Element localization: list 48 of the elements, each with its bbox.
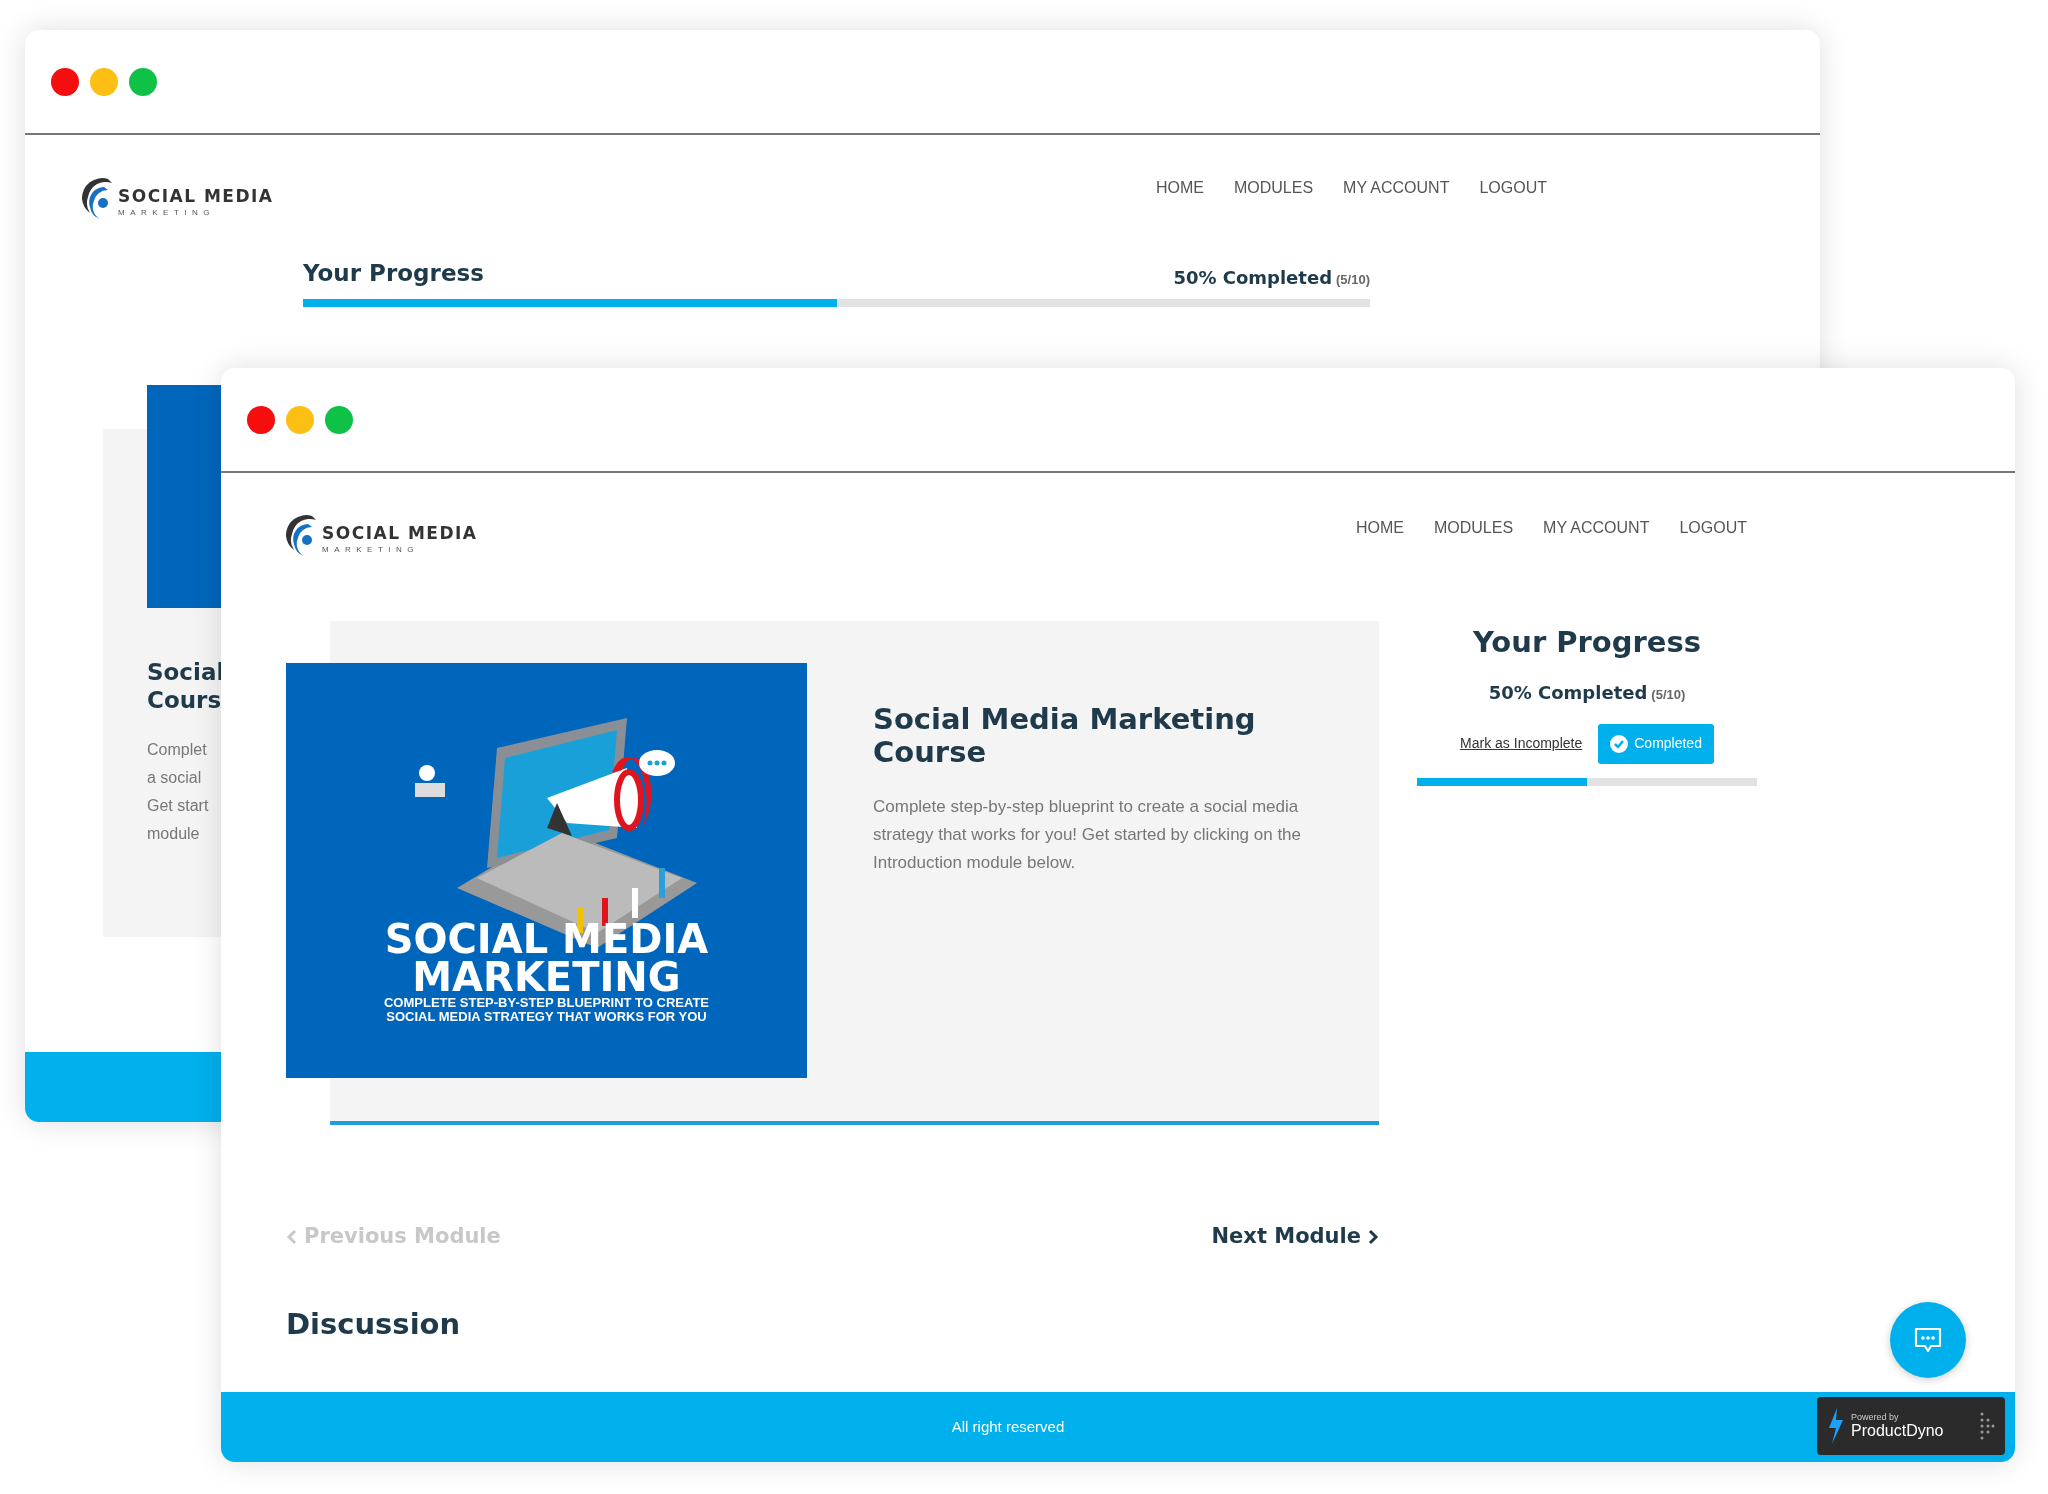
nav-link[interactable]: LOGOUT bbox=[1679, 516, 1747, 540]
cover-subline: COMPLETE STEP-BY-STEP BLUEPRINT TO CREATE bbox=[383, 996, 709, 1010]
course-title-fragment: Social bbox=[147, 657, 226, 686]
progress-title: Your Progress bbox=[1471, 624, 1702, 661]
progress-title: Your Progress bbox=[303, 259, 484, 288]
badge-brand-text: ProductDyno bbox=[1851, 1422, 1945, 1440]
window-control-icon[interactable] bbox=[247, 405, 275, 434]
course-description-fragment: Complet bbox=[147, 739, 208, 760]
progress-count: (5/10) bbox=[1336, 270, 1370, 289]
course-description-fragment: a social bbox=[147, 767, 203, 788]
bolt-icon bbox=[1827, 1408, 1843, 1444]
badge-small-text: Powered by bbox=[1851, 1412, 1900, 1422]
chat-button[interactable] bbox=[1890, 1302, 1966, 1378]
check-circle-icon bbox=[1610, 734, 1629, 753]
logo-tagline: MARKETING bbox=[322, 545, 421, 554]
progress-count: (5/10) bbox=[1651, 685, 1686, 704]
course-title: Social Media Marketing Course bbox=[873, 703, 1257, 769]
footer-text: All right reserved bbox=[951, 1416, 1065, 1437]
next-module-link[interactable]: Next Module bbox=[1211, 1221, 1379, 1253]
cover-headline: MARKETING bbox=[412, 958, 681, 996]
logo-text: SOCIAL MEDIA bbox=[118, 187, 274, 205]
chat-icon bbox=[1913, 1326, 1943, 1354]
chevron-left-icon bbox=[286, 1228, 298, 1245]
cover-subline: SOCIAL MEDIA STRATEGY THAT WORKS FOR YOU bbox=[385, 1010, 708, 1024]
logo-tagline: MARKETING bbox=[118, 208, 217, 217]
course-title-fragment: Cours bbox=[147, 685, 223, 714]
nav-link[interactable]: MODULES bbox=[1433, 516, 1514, 540]
course-description-fragment: Get start bbox=[147, 795, 210, 816]
window-control-icon[interactable] bbox=[325, 405, 353, 434]
window-control-icon[interactable] bbox=[51, 67, 79, 96]
powered-by-badge[interactable]: Powered by ProductDyno bbox=[1817, 1397, 2005, 1455]
chevron-right-icon bbox=[1367, 1228, 1379, 1245]
dots-icon bbox=[1979, 1411, 1995, 1441]
mark-incomplete-link[interactable]: Mark as Incomplete bbox=[1460, 733, 1583, 754]
nav-link[interactable]: MY ACCOUNT bbox=[1543, 516, 1650, 540]
discussion-heading: Discussion bbox=[286, 1305, 462, 1343]
course-description: Complete step-by-step blueprint to create a social media strategy that works for you! Get started by clicking on the Introduction module below. bbox=[873, 796, 1303, 874]
window-control-icon[interactable] bbox=[129, 67, 157, 96]
cover-headline: SOCIAL MEDIA bbox=[383, 920, 709, 958]
nav-link[interactable]: MODULES bbox=[1233, 176, 1314, 200]
progress-percent: 50% Completed bbox=[1173, 265, 1333, 290]
logo-text: SOCIAL MEDIA bbox=[322, 524, 478, 542]
nav-link[interactable]: HOME bbox=[1155, 176, 1204, 200]
course-description-fragment: module bbox=[147, 823, 201, 844]
nav-link[interactable]: LOGOUT bbox=[1479, 176, 1547, 200]
nav-link[interactable]: HOME bbox=[1355, 516, 1404, 540]
progress-percent: 50% Completed bbox=[1488, 680, 1648, 705]
nav-link[interactable]: MY ACCOUNT bbox=[1343, 176, 1450, 200]
